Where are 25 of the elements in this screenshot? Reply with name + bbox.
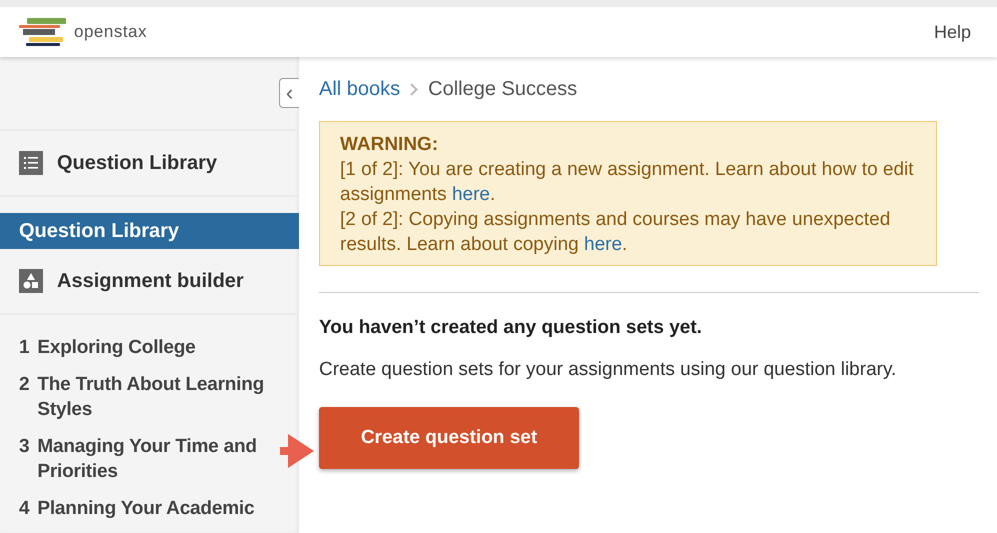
- here-link[interactable]: here: [584, 234, 622, 255]
- sidebar-item[interactable]: Assignment builder: [0, 249, 299, 315]
- shapes-icon: [19, 269, 43, 293]
- warning-text: [2 of 2]: Copying assignments and courses may have unexpected results. Learn about copying here.: [340, 208, 892, 257]
- collapse-button[interactable]: ‹: [279, 78, 299, 108]
- create-question-set-button[interactable]: Create question set: [319, 407, 579, 469]
- books-logo-icon: [18, 17, 68, 47]
- chapter-link[interactable]: 3 Managing Your Time and Priorities: [19, 434, 280, 484]
- breadcrumb-link[interactable]: All books: [319, 78, 400, 100]
- help-link[interactable]: Help: [934, 22, 971, 42]
- breadcrumb-current: College Success: [428, 78, 578, 100]
- chapter-link[interactable]: 2 The Truth About Learning Styles: [19, 372, 280, 422]
- warning-text: [1 of 2]: You are creating a new assignment. Learn about how to edit assignments here.: [340, 158, 915, 207]
- warning-title: WARNING:: [340, 133, 440, 157]
- sidebar-item[interactable]: Question Library: [0, 131, 299, 197]
- annotation-arrow: [280, 431, 316, 471]
- list-icon: [19, 151, 43, 175]
- chapter-link[interactable]: 1 Exploring College: [19, 335, 280, 360]
- sidebar-item[interactable]: Question Library: [0, 213, 299, 249]
- chapter-link[interactable]: 4 Planning Your Academic: [19, 496, 280, 521]
- here-link[interactable]: here: [452, 184, 490, 205]
- logo-text: openstax: [74, 22, 147, 42]
- empty-text: Create question sets for your assignments using our question library.: [319, 359, 898, 381]
- empty-heading: You haven’t created any question sets yet.: [319, 317, 703, 339]
- chevron-right-icon: [410, 82, 418, 96]
